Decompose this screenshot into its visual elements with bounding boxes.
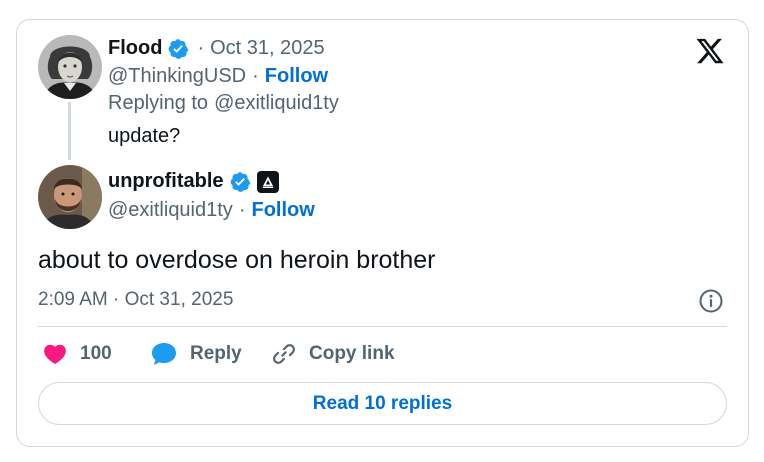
author-name[interactable]: unprofitable: [108, 170, 224, 193]
copy-link-button[interactable]: Copy link: [271, 341, 395, 367]
thread-connector: [68, 102, 71, 160]
reply-button[interactable]: Reply: [150, 341, 242, 367]
reply-label: Reply: [190, 343, 242, 364]
reply-bubble-icon: [152, 343, 176, 365]
main-tweet-header: unprofitable: [108, 170, 279, 193]
verified-badge-icon: [229, 171, 251, 193]
verified-badge-icon: [167, 38, 189, 60]
read-replies-button[interactable]: Read 10 replies: [38, 382, 727, 425]
x-logo-icon[interactable]: [695, 36, 725, 66]
info-icon[interactable]: [698, 288, 724, 314]
copy-link-label: Copy link: [309, 343, 395, 364]
parent-tweet-header: Flood · Oct 31, 2025: [108, 37, 325, 60]
tweet-timestamp[interactable]: 2:09 AM · Oct 31, 2025: [38, 289, 233, 311]
heart-icon: [44, 344, 66, 364]
tweet-date[interactable]: Oct 31, 2025: [210, 37, 325, 60]
avatar[interactable]: [38, 165, 102, 229]
separator: ·: [252, 65, 259, 87]
like-count: 100: [80, 343, 112, 364]
author-handle[interactable]: @ThinkingUSD: [108, 65, 246, 88]
separator: ·: [197, 37, 205, 59]
parent-handle-row: @ThinkingUSD · Follow: [108, 65, 328, 88]
link-icon: [273, 344, 295, 364]
follow-button[interactable]: Follow: [251, 199, 314, 222]
replying-prefix: Replying to: [108, 92, 209, 114]
affiliate-badge-icon[interactable]: [256, 170, 279, 193]
parent-tweet-text: update?: [108, 125, 180, 148]
like-button[interactable]: 100: [42, 341, 112, 367]
avatar[interactable]: [38, 35, 102, 99]
separator: ·: [238, 199, 246, 221]
tweet-text: about to overdose on heroin brother: [38, 246, 436, 274]
tweet-text: update?: [108, 125, 181, 147]
main-handle-row: @exitliquid1ty · Follow: [108, 199, 315, 222]
read-replies-label: Read 10 replies: [312, 392, 453, 414]
author-name[interactable]: Flood: [108, 37, 162, 60]
replying-handle[interactable]: @exitliquid1ty: [214, 92, 339, 115]
follow-button[interactable]: Follow: [265, 65, 328, 88]
divider: [38, 326, 727, 327]
author-handle[interactable]: @exitliquid1ty: [108, 199, 233, 222]
replying-to: Replying to @exitliquid1ty: [108, 92, 339, 115]
